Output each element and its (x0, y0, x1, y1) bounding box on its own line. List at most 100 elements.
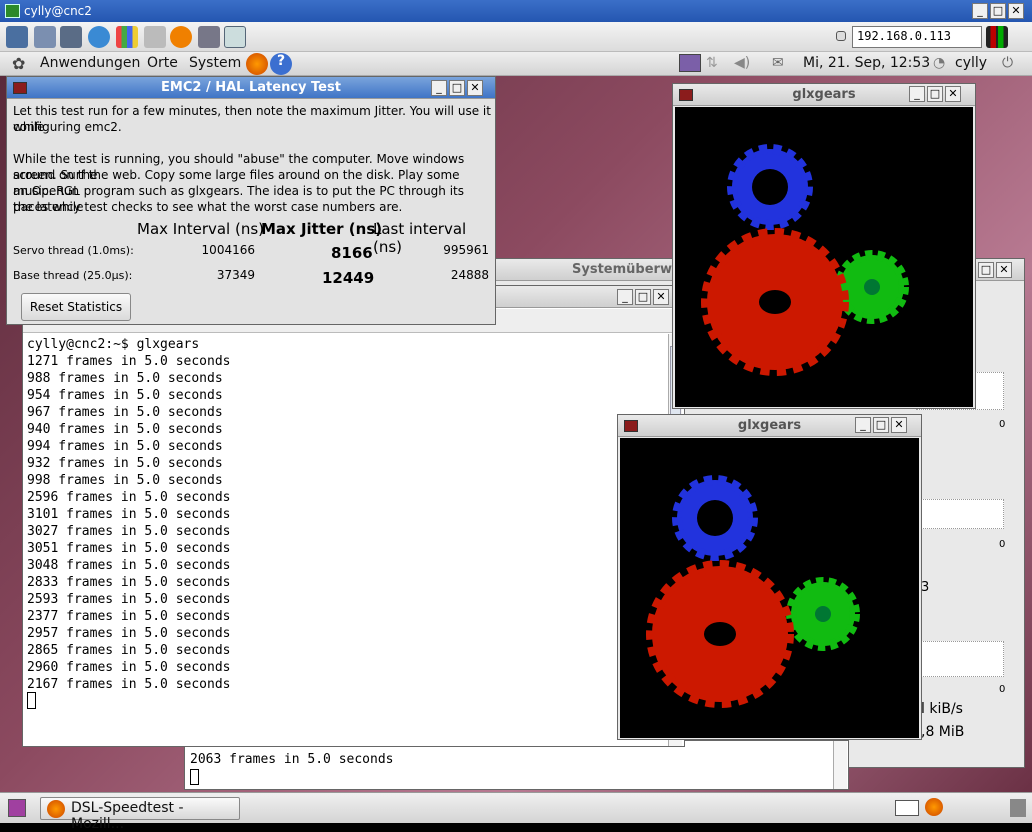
bottom-panel: DSL-Speedtest - Mozill... (0, 792, 1032, 832)
terminal-close-button[interactable]: ✕ (653, 289, 669, 305)
terminal-minimize-button[interactable]: _ (617, 289, 633, 305)
volume-icon[interactable]: ◀) (734, 55, 750, 71)
minimize-button[interactable]: _ (972, 3, 988, 19)
terminal-line: 2377 frames in 5.0 seconds (27, 609, 231, 624)
glxgears1-maximize-button[interactable]: □ (927, 86, 943, 102)
user-name[interactable]: cylly (955, 55, 987, 71)
clock[interactable]: Mi, 21. Sep, 12:53 (803, 55, 930, 71)
disconnect-icon[interactable] (198, 26, 220, 48)
memory-graph (916, 499, 1004, 529)
firefox-tray-icon[interactable] (925, 798, 943, 816)
taskbar-item-label: DSL-Speedtest - Mozill... (71, 800, 184, 832)
glxgears1-menu-icon[interactable] (679, 89, 693, 101)
status-indicator-icon (986, 26, 1008, 48)
glxgears2-minimize-button[interactable]: _ (855, 417, 871, 433)
glxgears1-close-button[interactable]: ✕ (945, 86, 961, 102)
servo-last-interval: 995961 (443, 243, 489, 257)
firefox-launcher-icon[interactable] (246, 53, 268, 75)
user-icon: ◔ (933, 55, 946, 71)
terminal-output: 1271 frames in 5.0 seconds 988 frames in … (27, 353, 231, 693)
glxgears2-maximize-button[interactable]: □ (873, 417, 889, 433)
terminal2-cursor (190, 769, 199, 785)
refresh-icon[interactable] (88, 26, 110, 48)
servo-max-interval: 1004166 (201, 243, 255, 257)
connection-info-icon[interactable] (34, 26, 56, 48)
glxgears2-close-button[interactable]: ✕ (891, 417, 907, 433)
glxgears1-canvas (675, 107, 973, 407)
glxgears-window-1[interactable]: glxgears _ □ ✕ (672, 83, 976, 409)
fullscreen-icon[interactable] (224, 26, 246, 48)
menu-applications[interactable]: Anwendungen (40, 55, 140, 71)
glxgears2-menu-icon[interactable] (624, 420, 638, 432)
terminal-line: 932 frames in 5.0 seconds (27, 456, 223, 471)
terminal2-scrollbar[interactable] (833, 741, 847, 789)
latency-test-window[interactable]: EMC2 / HAL Latency Test _ □ ✕ Let this t… (6, 76, 496, 325)
base-max-interval: 37349 (216, 268, 255, 282)
tools-icon[interactable] (60, 26, 82, 48)
reset-statistics-button[interactable]: Reset Statistics (21, 293, 131, 321)
menu-places[interactable]: Orte (147, 55, 178, 71)
ip-checkbox[interactable] (836, 31, 846, 41)
options-icon[interactable] (6, 26, 28, 48)
gears-render-2 (646, 475, 860, 708)
servo-max-jitter: 8166 (331, 244, 373, 262)
glxgears1-title: glxgears (792, 87, 856, 102)
terminal-maximize-button[interactable]: □ (635, 289, 651, 305)
maximize-button[interactable]: □ (990, 3, 1006, 19)
sysmon-close-button[interactable]: ✕ (996, 262, 1012, 278)
terminal-line: 2167 frames in 5.0 seconds (27, 677, 231, 692)
vnc-toolbar: 192.168.0.113 (0, 22, 1032, 52)
firefox-icon (47, 800, 65, 818)
window-menu-icon[interactable] (13, 82, 27, 94)
alert-icon[interactable] (170, 26, 192, 48)
terminal-line: 967 frames in 5.0 seconds (27, 405, 223, 420)
show-desktop-icon[interactable] (8, 799, 26, 817)
menu-system[interactable]: System (189, 55, 241, 71)
help-icon[interactable]: ? (270, 53, 292, 75)
workspace-icon[interactable] (679, 54, 701, 72)
glxgears-window-2[interactable]: glxgears _ □ ✕ (617, 414, 922, 740)
body-line-4: the latency test checks to see what the … (13, 200, 403, 214)
trash-icon[interactable] (1010, 799, 1026, 817)
glxgears1-minimize-button[interactable]: _ (909, 86, 925, 102)
latency-test-title: EMC2 / HAL Latency Test (161, 80, 341, 95)
network-axis-zero: 0 (999, 684, 1006, 695)
power-icon[interactable]: ⏻ (1002, 55, 1013, 71)
terminal-line: 2833 frames in 5.0 seconds (27, 575, 231, 590)
sysmon-maximize-button[interactable]: □ (978, 262, 994, 278)
network-rate: l kiB/s (921, 701, 963, 717)
base-max-jitter: 12449 (322, 269, 375, 287)
terminal-line: 994 frames in 5.0 seconds (27, 439, 223, 454)
latency-minimize-button[interactable]: _ (431, 80, 447, 96)
taskbar-item-firefox[interactable]: DSL-Speedtest - Mozill... (40, 797, 240, 832)
terminal-window[interactable]: _ □ ✕ cylly@cnc2:~$ glxgears 1271 frames… (22, 285, 685, 747)
network-icon[interactable]: ⇅ (706, 55, 718, 71)
header-max-interval: Max Interval (ns) (137, 220, 265, 238)
workspace-switcher-icon[interactable] (895, 800, 919, 816)
ip-address-field[interactable]: 192.168.0.113 (852, 26, 982, 48)
top-panel: ✿ Anwendungen Orte System ? ⇅ ◀) ✉ Mi, 2… (0, 52, 1032, 76)
keyboard-icon[interactable] (144, 26, 166, 48)
terminal-window-2[interactable]: 2063 frames in 5.0 seconds (184, 740, 849, 790)
latency-close-button[interactable]: ✕ (467, 80, 483, 96)
terminal2-line: 2063 frames in 5.0 seconds (190, 752, 394, 767)
terminal-line: 954 frames in 5.0 seconds (27, 388, 223, 403)
terminal-line: 2865 frames in 5.0 seconds (27, 643, 231, 658)
latency-maximize-button[interactable]: □ (449, 80, 465, 96)
gears-render (701, 144, 909, 376)
mail-icon[interactable]: ✉ (772, 55, 784, 71)
close-button[interactable]: ✕ (1008, 3, 1024, 19)
gnome-foot-icon: ✿ (12, 54, 26, 73)
partial-value: 3 (921, 580, 930, 595)
base-last-interval: 24888 (450, 268, 489, 282)
terminal-line: 3101 frames in 5.0 seconds (27, 507, 231, 522)
terminal-line: 988 frames in 5.0 seconds (27, 371, 223, 386)
cpu-axis-zero: 0 (999, 419, 1006, 430)
windows-key-icon[interactable] (116, 26, 138, 48)
terminal-cursor (27, 692, 36, 709)
terminal-line: 3051 frames in 5.0 seconds (27, 541, 231, 556)
header-max-jitter: Max Jitter (ns) (261, 220, 383, 238)
glxgears2-canvas (620, 438, 919, 738)
latency-test-titlebar[interactable]: EMC2 / HAL Latency Test (7, 77, 495, 99)
servo-thread-label: Servo thread (1.0ms): (13, 244, 134, 257)
